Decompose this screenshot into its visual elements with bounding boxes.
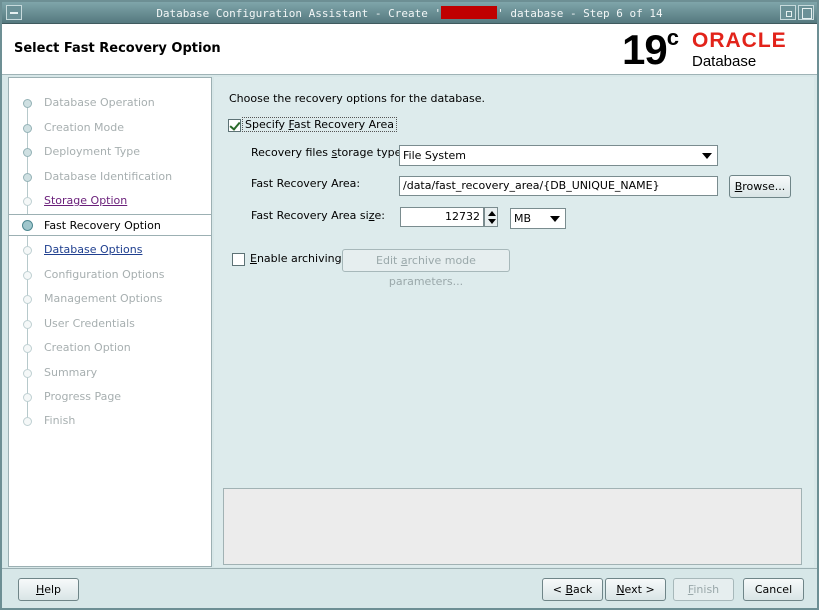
step-dot-icon (23, 173, 32, 182)
nav-step-database-identification: Database Identification (9, 166, 211, 188)
step-dot-icon (23, 124, 32, 133)
nav-step-database-operation: Database Operation (9, 92, 211, 114)
fra-size-label: Fast Recovery Area size: (251, 209, 385, 222)
spinner-down-icon[interactable] (488, 219, 496, 224)
nav-step-configuration-options: Configuration Options (9, 264, 211, 286)
step-navigation: Database Operation Creation Mode Deploym… (8, 77, 212, 567)
oracle-logo: 19c ORACLE Database (622, 25, 807, 73)
nav-step-user-credentials: User Credentials (9, 313, 211, 335)
content-panel: Choose the recovery options for the data… (214, 77, 814, 567)
storage-type-select[interactable]: File System (399, 145, 718, 166)
nav-step-summary: Summary (9, 362, 211, 384)
step-dot-icon (23, 320, 32, 329)
specify-fra-label[interactable]: Specify Fast Recovery Area (242, 117, 397, 132)
button-bar: Help < Back Next > Finish Cancel (2, 568, 817, 608)
step-dot-icon (23, 99, 32, 108)
title-bar[interactable]: Database Configuration Assistant - Creat… (2, 2, 817, 24)
page-title: Select Fast Recovery Option (14, 41, 221, 56)
fra-location-label: Fast Recovery Area: (251, 177, 361, 190)
nav-step-fast-recovery-option: Fast Recovery Option (9, 214, 211, 236)
version-number: 19c (622, 25, 679, 73)
nav-step-management-options: Management Options (9, 288, 211, 310)
nav-step-database-options[interactable]: Database Options (9, 239, 211, 261)
step-dot-icon (23, 246, 32, 255)
intro-text: Choose the recovery options for the data… (229, 92, 485, 105)
step-dot-icon (23, 369, 32, 378)
cancel-button[interactable]: Cancel (743, 578, 804, 601)
minimize-icon[interactable] (780, 5, 796, 20)
step-dot-icon (23, 344, 32, 353)
help-button[interactable]: Help (18, 578, 79, 601)
header: Select Fast Recovery Option 19c ORACLE D… (2, 24, 817, 75)
step-dot-icon (23, 148, 32, 157)
window-title: Database Configuration Assistant - Creat… (156, 6, 663, 20)
step-dot-icon (23, 295, 32, 304)
fra-size-input[interactable]: 12732 (400, 207, 484, 227)
browse-button[interactable]: Browse... (729, 175, 791, 198)
specify-fra-checkbox[interactable] (228, 119, 241, 132)
storage-type-label: Recovery files storage type: (251, 146, 406, 159)
nav-step-finish: Finish (9, 410, 211, 432)
step-dot-icon (23, 393, 32, 402)
dropdown-arrow-icon (702, 153, 712, 159)
edit-archive-params-button[interactable]: Edit archive mode parameters... (342, 249, 510, 288)
step-dot-icon (23, 417, 32, 426)
back-button[interactable]: < Back (542, 578, 603, 601)
finish-button[interactable]: Finish (673, 578, 734, 601)
dropdown-arrow-icon (550, 216, 560, 222)
nav-step-progress-page: Progress Page (9, 386, 211, 408)
fra-size-spinner[interactable] (484, 207, 498, 227)
dbca-window: Database Configuration Assistant - Creat… (0, 0, 819, 610)
enable-archiving-label[interactable]: Enable archiving (250, 252, 342, 265)
nav-step-creation-option: Creation Option (9, 337, 211, 359)
message-area (223, 488, 802, 565)
oracle-brand: ORACLE (692, 29, 787, 52)
next-button[interactable]: Next > (605, 578, 666, 601)
maximize-icon[interactable] (798, 5, 814, 20)
fra-size-unit-select[interactable]: MB (510, 208, 566, 229)
nav-step-creation-mode: Creation Mode (9, 117, 211, 139)
nav-step-deployment-type: Deployment Type (9, 141, 211, 163)
enable-archiving-checkbox[interactable] (232, 253, 245, 266)
current-step-icon (22, 220, 33, 231)
step-dot-icon (23, 197, 32, 206)
spinner-up-icon[interactable] (488, 211, 496, 216)
fra-location-input[interactable]: /data/fast_recovery_area/{DB_UNIQUE_NAME… (399, 176, 718, 196)
step-dot-icon (23, 271, 32, 280)
nav-step-storage-option[interactable]: Storage Option (9, 190, 211, 212)
redacted-db-name (441, 6, 498, 19)
product-name: Database (692, 53, 757, 70)
